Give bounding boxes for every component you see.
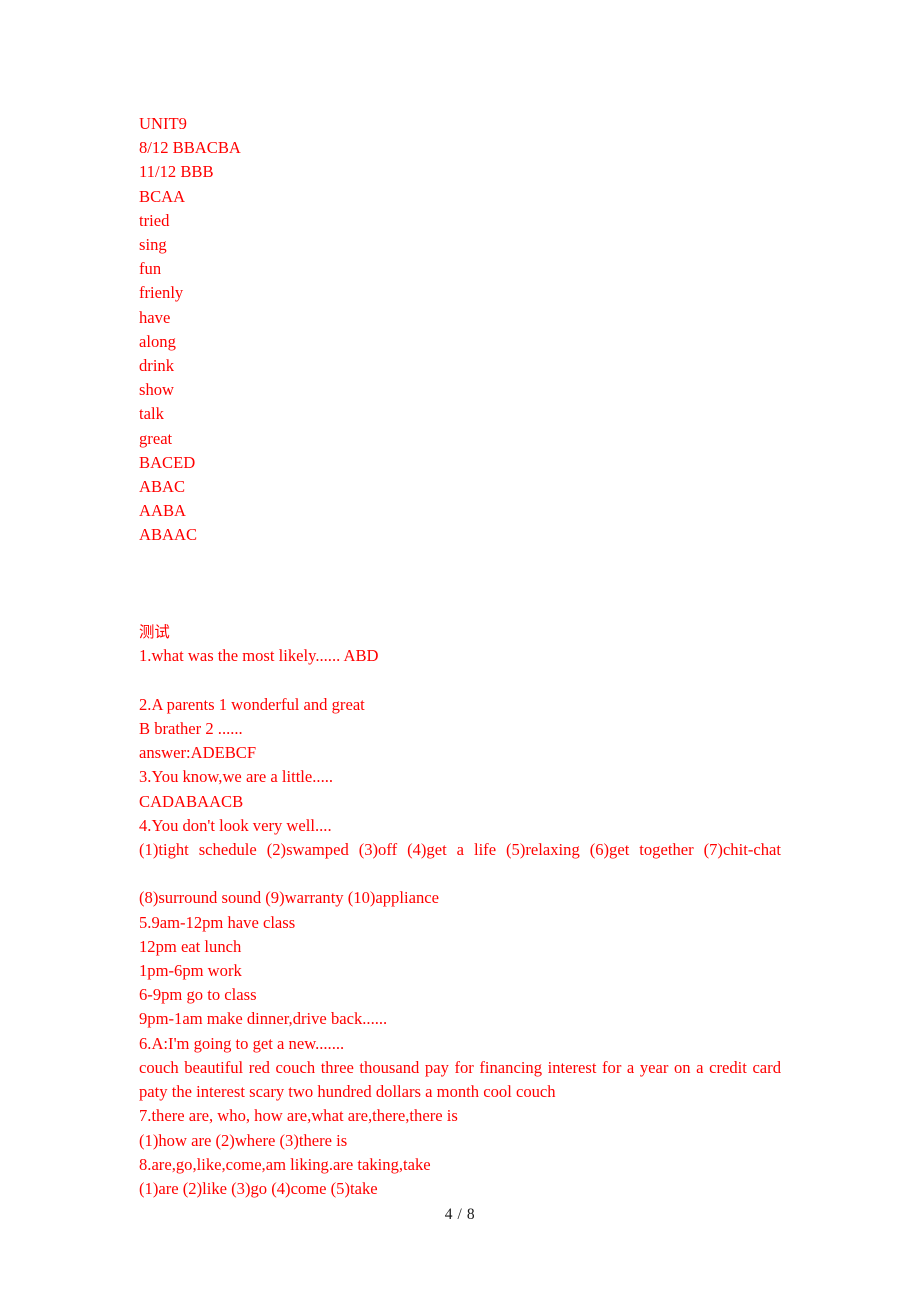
question-4: 4.You don't look very well.... (139, 815, 332, 835)
question-2-answer: answer:ADEBCF (139, 743, 257, 763)
unit-line: ABAC (139, 477, 186, 497)
question-4-answers-continued: (8)surround sound (9)warranty (10)applia… (139, 888, 439, 908)
question-3-answer: CADABAACB (139, 791, 244, 811)
question-8-answers: (1)are (2)like (3)go (4)come (5)take (139, 1178, 378, 1198)
document-page: UNIT9 8/12 BBACBA 11/12 BBB BCAA tried s… (0, 0, 920, 1302)
unit-line: show (139, 380, 175, 400)
unit-line: sing (139, 235, 167, 255)
unit-line: fun (139, 259, 162, 279)
question-4-answers-justified: (1)tight schedule (2)swamped (3)off (4)g… (139, 840, 781, 860)
unit-line: ABAAC (139, 525, 198, 545)
question-5-line: 9pm-1am make dinner,drive back...... (139, 1009, 388, 1029)
page-number-footer: 4 / 8 (444, 1206, 476, 1223)
question-2-line-b: B brather 2 ...... (139, 719, 243, 739)
unit-line: have (139, 307, 171, 327)
question-6: 6.A:I'm going to get a new....... (139, 1033, 345, 1053)
unit-heading: UNIT9 (139, 114, 187, 133)
question-7-answers: (1)how are (2)where (3)there is (139, 1130, 348, 1150)
test-heading: 测试 (139, 623, 170, 642)
question-5-line: 1pm-6pm work (139, 961, 242, 981)
question-5-line: 5.9am-12pm have class (139, 912, 296, 932)
unit-line: 8/12 BBACBA (139, 138, 241, 158)
unit-line: 11/12 BBB (139, 162, 214, 182)
unit-line: along (139, 331, 176, 351)
line-spacer (139, 669, 781, 693)
question-8: 8.are,go,like,come,am liking.are taking,… (139, 1154, 431, 1174)
question-2-line-a: 2.A parents 1 wonderful and great (139, 694, 365, 714)
question-5-line: 12pm eat lunch (139, 936, 242, 956)
question-1: 1.what was the most likely...... ABD (139, 646, 379, 666)
unit-line: great (139, 428, 173, 448)
unit-line: drink (139, 356, 175, 376)
question-7: 7.there are, who, how are,what are,there… (139, 1106, 458, 1126)
question-5-line: 6-9pm go to class (139, 985, 257, 1005)
question-3: 3.You know,we are a little..... (139, 767, 334, 787)
unit-line: BACED (139, 452, 196, 472)
unit-line: tried (139, 210, 170, 230)
unit-line: talk (139, 404, 164, 424)
unit-line: AABA (139, 501, 187, 521)
unit-line: frienly (139, 283, 184, 303)
question-6-answers: couch beautiful red couch three thousand… (139, 1057, 781, 1102)
unit-line: BCAA (139, 186, 186, 206)
document-body: UNIT9 8/12 BBACBA 11/12 BBB BCAA tried s… (139, 112, 781, 1201)
